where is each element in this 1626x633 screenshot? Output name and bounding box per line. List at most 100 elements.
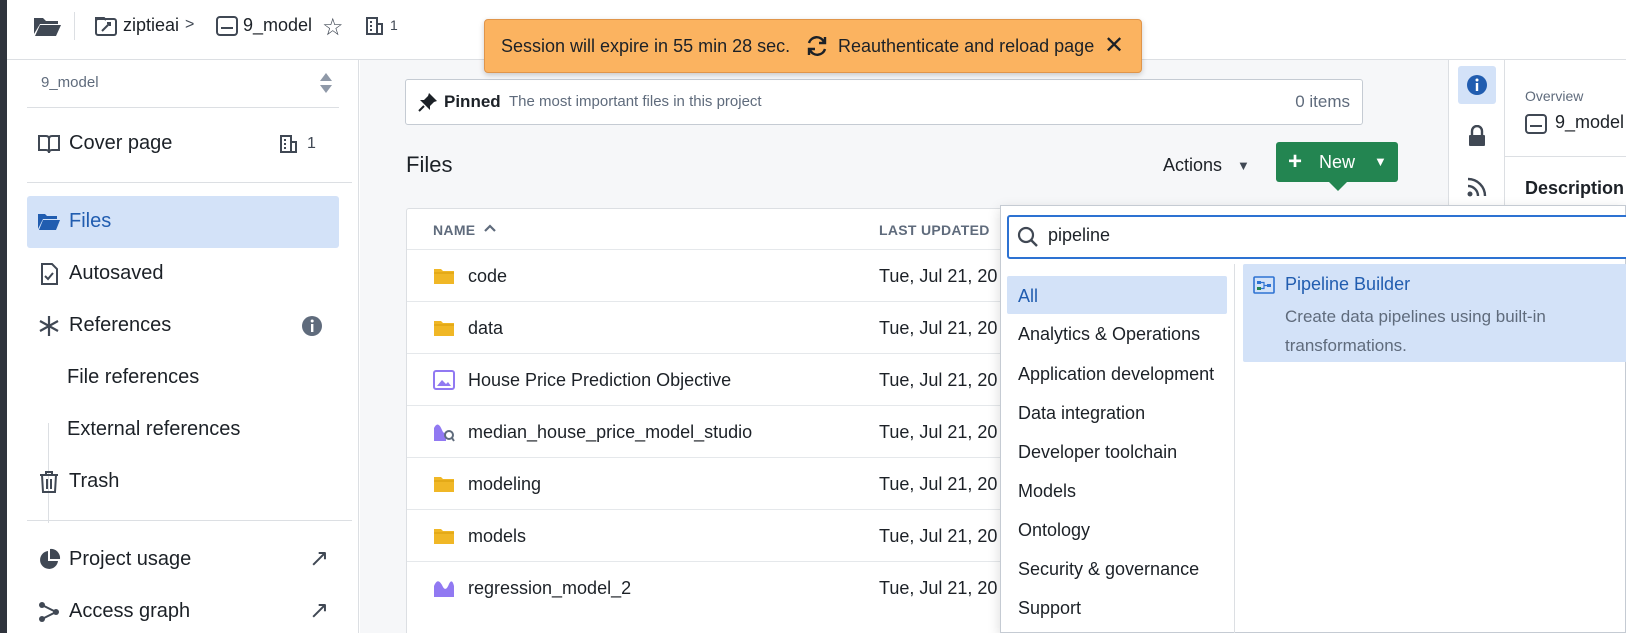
- pinned-bar[interactable]: Pinned The most important files in this …: [405, 79, 1363, 125]
- image-icon: [433, 370, 455, 390]
- pinned-description: The most important files in this project: [509, 93, 762, 110]
- category-item[interactable]: Data integration: [1007, 393, 1227, 431]
- category-item[interactable]: Support: [1007, 588, 1227, 626]
- category-item[interactable]: Analytics & Operations: [1007, 314, 1227, 352]
- breadcrumb-project[interactable]: ziptieai: [123, 15, 179, 36]
- actions-button[interactable]: Actions ▼: [1153, 148, 1253, 184]
- plus-icon: +: [1288, 148, 1303, 175]
- folder-open-icon[interactable]: [32, 14, 62, 38]
- caret-down-icon: ▼: [1374, 154, 1387, 169]
- category-item[interactable]: Models: [1007, 471, 1227, 509]
- breadcrumb-model[interactable]: 9_model: [243, 15, 312, 36]
- result-pipeline-builder[interactable]: Pipeline Builder Create data pipelines u…: [1243, 264, 1626, 362]
- pin-icon: [418, 93, 437, 112]
- category-item[interactable]: Security & governance: [1007, 549, 1227, 587]
- project-sidebar: 9_model Cover page 1 Files Autosaved Ref…: [7, 60, 359, 633]
- table-row[interactable]: data Tue, Jul 21, 20: [407, 301, 1027, 355]
- model-icon: [1525, 114, 1547, 134]
- asterisk-icon: [39, 316, 59, 336]
- category-item[interactable]: Application development: [1007, 354, 1227, 392]
- category-item[interactable]: Developer toolchain: [1007, 432, 1227, 470]
- model-icon: [434, 581, 454, 597]
- sidebar-item-files[interactable]: Files: [27, 196, 339, 248]
- pie-chart-icon: [40, 548, 61, 569]
- pinned-title: Pinned: [444, 92, 501, 111]
- panel-section-label: Overview: [1525, 88, 1584, 104]
- info-icon[interactable]: [301, 315, 323, 337]
- sidebar-item-label: Files: [69, 210, 112, 232]
- external-link-icon[interactable]: ↗: [309, 596, 329, 625]
- close-icon[interactable]: ✕: [1104, 31, 1124, 60]
- sort-ascending-icon[interactable]: [483, 223, 497, 233]
- external-link-icon[interactable]: ↗: [309, 544, 329, 573]
- pipeline-icon: [1253, 276, 1275, 294]
- column-header-name[interactable]: NAME: [433, 222, 475, 238]
- sidebar-item-references[interactable]: References: [27, 300, 352, 352]
- files-table: NAME LAST UPDATED code Tue, Jul 21, 20 d…: [406, 208, 1027, 633]
- category-item[interactable]: All: [1007, 276, 1227, 314]
- sidebar-divider: [27, 182, 352, 183]
- feed-icon: [1467, 177, 1487, 197]
- tab-activity[interactable]: [1458, 168, 1496, 206]
- lock-icon: [1469, 125, 1485, 146]
- sidebar-item-external-references[interactable]: External references: [67, 418, 240, 441]
- project-selector[interactable]: 9_model: [27, 60, 339, 108]
- column-header-last-updated[interactable]: LAST UPDATED: [879, 222, 990, 238]
- caret-down-icon: ▼: [1237, 158, 1250, 173]
- building-icon[interactable]: [365, 17, 383, 35]
- sidebar-item-label: Project usage: [69, 548, 192, 570]
- info-icon: [1467, 75, 1487, 95]
- folder-icon: [434, 477, 454, 492]
- tab-permissions[interactable]: [1458, 117, 1496, 155]
- folder-icon: [434, 529, 454, 544]
- sidebar-item-autosaved[interactable]: Autosaved: [27, 248, 352, 300]
- sidebar-item-label: Trash: [69, 470, 120, 492]
- sidebar-item-access-graph[interactable]: Access graph ↗: [27, 586, 352, 633]
- actions-label: Actions: [1163, 155, 1223, 175]
- file-date: Tue, Jul 21, 20: [879, 474, 998, 494]
- category-label: Analytics & Operations: [1018, 324, 1201, 344]
- building-icon: [280, 135, 297, 153]
- category-label: Support: [1018, 598, 1082, 618]
- sidebar-item-project-usage[interactable]: Project usage ↗: [27, 534, 352, 586]
- table-row[interactable]: House Price Prediction Objective Tue, Ju…: [407, 353, 1027, 407]
- star-icon[interactable]: ☆: [322, 13, 344, 42]
- project-icon[interactable]: [95, 15, 117, 37]
- reauthenticate-button[interactable]: Reauthenticate and reload page: [838, 36, 1094, 57]
- refresh-icon[interactable]: [804, 33, 830, 59]
- file-name: modeling: [468, 474, 542, 494]
- files-heading: Files: [406, 152, 453, 177]
- folder-open-icon: [38, 214, 60, 230]
- table-row[interactable]: modeling Tue, Jul 21, 20: [407, 457, 1027, 511]
- sidebar-item-trash[interactable]: Trash: [27, 456, 352, 508]
- sidebar-item-label: Autosaved: [69, 262, 164, 284]
- panel-divider: [1505, 156, 1626, 157]
- category-list: All Analytics & Operations Application d…: [1001, 264, 1235, 633]
- sidebar-item-file-references[interactable]: File references: [67, 366, 199, 389]
- file-date: Tue, Jul 21, 20: [879, 526, 998, 546]
- new-button[interactable]: + New ▼: [1276, 142, 1398, 191]
- category-item[interactable]: Ontology: [1007, 510, 1227, 548]
- file-name: House Price Prediction Objective: [468, 370, 732, 390]
- folder-icon: [434, 269, 454, 284]
- result-title: Pipeline Builder: [1285, 274, 1411, 294]
- table-row[interactable]: code Tue, Jul 21, 20: [407, 249, 1027, 303]
- file-date: Tue, Jul 21, 20: [879, 422, 998, 442]
- result-description: Create data pipelines using built-in tra…: [1285, 307, 1546, 355]
- resource-search-box[interactable]: [1007, 215, 1626, 259]
- table-row[interactable]: models Tue, Jul 21, 20: [407, 509, 1027, 563]
- sort-arrows-icon: [320, 73, 332, 93]
- tab-overview[interactable]: [1458, 66, 1496, 104]
- sidebar-item-label: Access graph: [69, 600, 191, 622]
- session-message: Session will expire in 55 min 28 sec.: [501, 36, 791, 56]
- search-icon: [1017, 226, 1038, 247]
- sidebar-item-cover-page[interactable]: Cover page 1: [27, 118, 352, 170]
- trash-icon: [40, 471, 58, 493]
- folder-icon: [434, 321, 454, 336]
- file-name: regression_model_2: [468, 578, 632, 598]
- category-label: Security & governance: [1018, 559, 1200, 579]
- table-row[interactable]: regression_model_2 Tue, Jul 21, 20: [407, 561, 1027, 615]
- resource-search-input[interactable]: [1048, 225, 1608, 246]
- table-row[interactable]: median_house_price_model_studio Tue, Jul…: [407, 405, 1027, 459]
- building-count: 1: [390, 17, 398, 33]
